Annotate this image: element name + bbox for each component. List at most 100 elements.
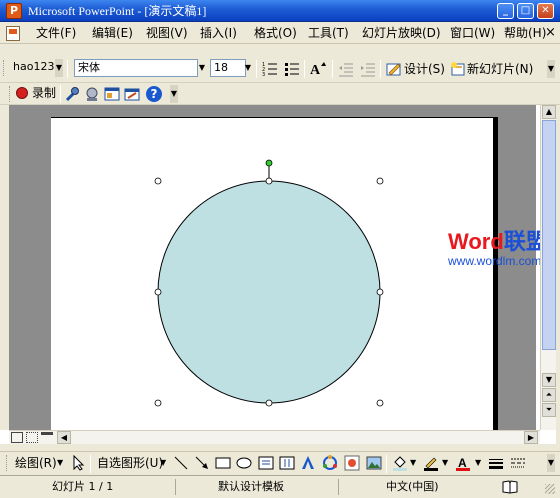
maximize-button[interactable]: □ <box>517 3 534 19</box>
menu-bar: 文件(F) 编辑(E) 视图(V) 插入(I) 格式(O) 工具(T) 幻灯片放… <box>0 22 560 44</box>
menu-tools[interactable]: 工具(T) <box>308 26 349 40</box>
decrease-indent-icon[interactable] <box>338 61 354 77</box>
resize-handle-ne[interactable] <box>376 177 384 185</box>
vertical-scroll-thumb[interactable] <box>542 120 556 350</box>
font-size-field[interactable]: 18 <box>210 59 246 77</box>
resize-handle-e[interactable] <box>376 288 384 296</box>
bulleted-list-icon[interactable] <box>284 61 300 77</box>
record-icon[interactable] <box>16 87 28 99</box>
minimize-button[interactable]: _ <box>497 3 514 19</box>
controls-icon[interactable] <box>84 86 100 102</box>
powerpoint-app-icon[interactable]: P <box>6 3 22 19</box>
font-color-icon[interactable]: A <box>455 455 471 471</box>
menu-slideshow[interactable]: 幻灯片放映(D) <box>362 26 441 40</box>
menu-format[interactable]: 格式(O) <box>254 26 297 40</box>
circle-shape[interactable] <box>157 180 381 404</box>
close-button[interactable]: ✕ <box>537 3 554 19</box>
fill-color-icon[interactable] <box>392 455 408 471</box>
resize-handle-w[interactable] <box>154 288 162 296</box>
line-style-icon[interactable] <box>488 455 504 471</box>
slide-counter: 幻灯片 1 / 1 <box>52 480 114 493</box>
next-slide-icon[interactable]: ⏷ <box>542 403 556 417</box>
autoshapes-dropdown-icon[interactable]: ▼ <box>160 454 166 472</box>
line-tool-icon[interactable] <box>173 455 189 471</box>
diagram-icon[interactable] <box>322 455 338 471</box>
autoshapes-button[interactable]: 自选图形(U) <box>97 454 163 472</box>
toolbar-grip[interactable] <box>9 86 12 102</box>
document-close-icon[interactable]: × <box>545 25 556 40</box>
drawbar-options-icon[interactable]: ▼ <box>547 454 555 472</box>
scroll-down-icon[interactable]: ▼ <box>542 373 556 387</box>
select-pointer-icon[interactable] <box>70 455 86 471</box>
new-slide-button[interactable]: 新幻灯片(N) <box>467 60 533 78</box>
design-button[interactable]: 设计(S) <box>404 60 445 78</box>
scroll-left-icon[interactable]: ◀ <box>57 431 71 444</box>
font-size-dropdown-icon[interactable]: ▼ <box>244 59 252 77</box>
language-indicator: 中文(中国) <box>386 480 439 493</box>
resize-grip[interactable] <box>545 484 555 494</box>
toolbar2-options-icon[interactable]: ▼ <box>170 85 178 103</box>
horizontal-scrollbar[interactable]: ◀ ▶ <box>9 430 540 444</box>
separator <box>332 60 333 78</box>
scroll-up-icon[interactable]: ▲ <box>542 105 556 119</box>
separator <box>60 85 61 103</box>
oval-tool-icon[interactable] <box>236 455 252 471</box>
increase-indent-icon[interactable] <box>360 61 376 77</box>
insert-picture-icon[interactable] <box>366 455 382 471</box>
resize-handle-s[interactable] <box>265 399 273 407</box>
design-template-name[interactable]: 默认设计模板 <box>218 480 284 494</box>
document-icon[interactable] <box>6 26 20 41</box>
font-name-dropdown-icon[interactable]: ▼ <box>198 59 206 77</box>
chevron-down-icon[interactable]: ▼ <box>55 59 63 77</box>
new-slide-icon[interactable] <box>450 61 466 77</box>
font-name-field[interactable]: 宋体 <box>74 59 198 77</box>
separator <box>256 60 257 78</box>
help-icon[interactable]: ? <box>146 86 162 102</box>
wordart-icon[interactable] <box>300 455 316 471</box>
dash-style-icon[interactable] <box>510 455 526 471</box>
fill-color-dropdown-icon[interactable]: ▼ <box>410 454 416 472</box>
line-color-dropdown-icon[interactable]: ▼ <box>442 454 448 472</box>
menu-view[interactable]: 视图(V) <box>146 26 188 40</box>
previous-slide-icon[interactable]: ⏶ <box>542 388 556 402</box>
resize-handle-sw[interactable] <box>154 399 162 407</box>
status-divider <box>338 479 339 495</box>
slideshow-view-icon[interactable] <box>41 432 53 443</box>
menu-edit[interactable]: 编辑(E) <box>92 26 133 40</box>
menu-insert[interactable]: 插入(I) <box>200 26 237 40</box>
watermark: Word联盟 www.wordlm.com <box>448 230 548 269</box>
script-editor-icon[interactable] <box>124 86 140 102</box>
normal-view-icon[interactable] <box>11 432 23 443</box>
menu-window[interactable]: 窗口(W) <box>450 26 495 40</box>
spellcheck-icon[interactable] <box>502 479 518 495</box>
slide-sorter-view-icon[interactable] <box>26 432 38 443</box>
line-color-icon[interactable] <box>423 455 439 471</box>
draw-dropdown-icon[interactable]: ▼ <box>57 454 63 472</box>
clip-art-icon[interactable] <box>344 455 360 471</box>
menu-file[interactable]: 文件(F) <box>36 26 76 40</box>
vertical-textbox-icon[interactable] <box>279 455 295 471</box>
font-color-dropdown-icon[interactable]: ▼ <box>475 454 481 472</box>
rotation-handle[interactable] <box>265 159 273 167</box>
toolbar-options-icon[interactable]: ▼ <box>547 60 555 78</box>
record-button[interactable]: 录制 <box>32 84 56 102</box>
increase-font-size-icon[interactable]: A <box>310 60 326 76</box>
toolbar-grip[interactable] <box>3 60 6 76</box>
resize-handle-nw[interactable] <box>154 177 162 185</box>
rectangle-tool-icon[interactable] <box>215 455 231 471</box>
style-box[interactable]: hao123 <box>10 59 54 77</box>
design-mode-icon[interactable] <box>104 86 120 102</box>
scroll-right-icon[interactable]: ▶ <box>524 431 538 444</box>
design-icon[interactable] <box>386 61 402 77</box>
tools-icon[interactable] <box>64 86 80 102</box>
arrow-tool-icon[interactable] <box>194 455 210 471</box>
textbox-tool-icon[interactable] <box>258 455 274 471</box>
draw-menu-button[interactable]: 绘图(R) <box>15 454 57 472</box>
vertical-scrollbar[interactable]: ▲ ▼ ⏶ ⏷ <box>540 105 556 430</box>
numbered-list-icon[interactable]: 123 <box>262 61 278 77</box>
resize-handle-se[interactable] <box>376 399 384 407</box>
menu-help[interactable]: 帮助(H) <box>504 26 546 40</box>
slide-canvas[interactable] <box>51 117 498 430</box>
resize-handle-n[interactable] <box>265 177 273 185</box>
toolbar-grip[interactable] <box>6 455 9 471</box>
